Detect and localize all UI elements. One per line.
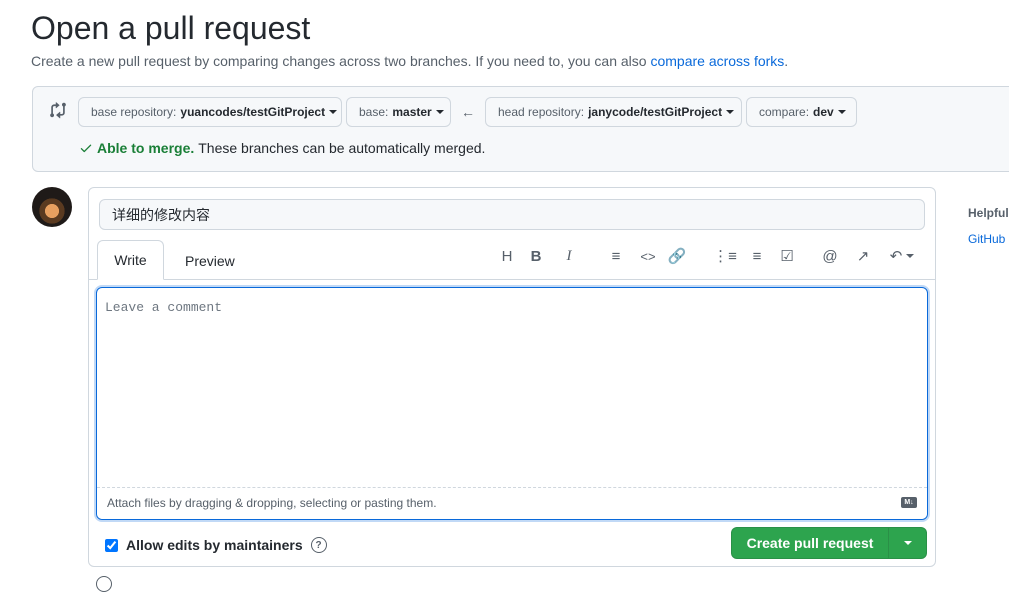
base-branch-select[interactable]: base: master xyxy=(346,97,451,127)
markdown-icon[interactable]: M↓ xyxy=(901,497,917,508)
sidebar-heading: Helpful xyxy=(968,206,1009,220)
head-repository-select[interactable]: head repository: janycode/testGitProject xyxy=(485,97,742,127)
base-branch-value: master xyxy=(392,105,432,119)
help-icon[interactable]: ? xyxy=(310,537,327,553)
base-repository-select[interactable]: base repository: yuancodes/testGitProject xyxy=(78,97,342,127)
chevron-down-icon xyxy=(903,541,912,545)
compare-branch-select[interactable]: compare: dev xyxy=(746,97,857,127)
chevron-down-icon xyxy=(837,110,846,114)
allow-edits-option[interactable]: Allow edits by maintainers ? xyxy=(105,537,327,553)
attach-files-hint: Attach files by dragging & dropping, sel… xyxy=(107,496,437,510)
subtitle-end: . xyxy=(784,53,789,69)
page-subtitle: Create a new pull request by comparing c… xyxy=(31,53,788,69)
allow-edits-label: Allow edits by maintainers xyxy=(126,537,303,553)
compare-across-forks-link[interactable]: compare across forks xyxy=(650,53,784,69)
head-repository-value: janycode/testGitProject xyxy=(588,105,723,119)
sidebar-link[interactable]: GitHub xyxy=(968,232,1005,246)
tabs-divider xyxy=(89,279,935,280)
arrow-left-icon: ← xyxy=(461,104,475,120)
head-repository-label: head repository: xyxy=(498,105,585,119)
bold-icon[interactable]: B xyxy=(527,247,545,265)
numbered-list-icon[interactable]: ≡ xyxy=(748,247,766,265)
info-icon xyxy=(96,576,112,592)
code-icon[interactable]: <> xyxy=(639,247,657,265)
heading-icon[interactable]: H xyxy=(498,247,516,265)
page-title: Open a pull request xyxy=(31,10,311,46)
subtitle-text: Create a new pull request by comparing c… xyxy=(31,53,651,69)
task-list-icon[interactable]: ☑ xyxy=(778,247,796,265)
chevron-down-icon xyxy=(329,110,338,114)
mention-icon[interactable]: @ xyxy=(821,247,839,265)
merge-status-message: These branches can be automatically merg… xyxy=(198,140,486,156)
compare-branch-label: compare: xyxy=(759,105,810,119)
base-repository-value: yuancodes/testGitProject xyxy=(180,105,326,119)
merge-status: Able to merge. These branches can be aut… xyxy=(79,140,485,156)
create-pull-request-button-group: Create pull request xyxy=(731,527,927,559)
merge-status-label: Able to merge. xyxy=(97,140,195,156)
range-editor: base repository: yuancodes/testGitProject… xyxy=(32,86,1009,172)
comment-textarea[interactable] xyxy=(97,288,927,486)
chevron-down-icon xyxy=(435,110,444,114)
chevron-down-icon xyxy=(726,110,735,114)
base-branch-label: base: xyxy=(359,105,389,119)
link-icon[interactable]: 🔗 xyxy=(668,247,687,265)
reply-icon[interactable]: ↶ xyxy=(887,247,917,265)
allow-edits-checkbox[interactable] xyxy=(105,538,118,552)
italic-icon[interactable]: I xyxy=(560,247,578,265)
cross-reference-icon[interactable]: ↗ xyxy=(854,247,872,265)
check-icon xyxy=(80,144,92,153)
bulleted-list-icon[interactable]: ⋮≡ xyxy=(713,247,737,265)
avatar[interactable] xyxy=(32,187,72,227)
compare-branch-value: dev xyxy=(813,105,834,119)
git-compare-icon xyxy=(50,102,66,119)
quote-icon[interactable]: ≡ xyxy=(607,247,625,265)
create-pull-request-button[interactable]: Create pull request xyxy=(732,528,889,558)
tab-write[interactable]: Write xyxy=(97,240,164,280)
pr-title-input[interactable] xyxy=(99,199,925,230)
base-repository-label: base repository: xyxy=(91,105,177,119)
attach-files-area[interactable]: Attach files by dragging & dropping, sel… xyxy=(97,487,927,519)
create-options-dropdown[interactable] xyxy=(889,528,926,558)
tab-preview[interactable]: Preview xyxy=(185,253,235,269)
